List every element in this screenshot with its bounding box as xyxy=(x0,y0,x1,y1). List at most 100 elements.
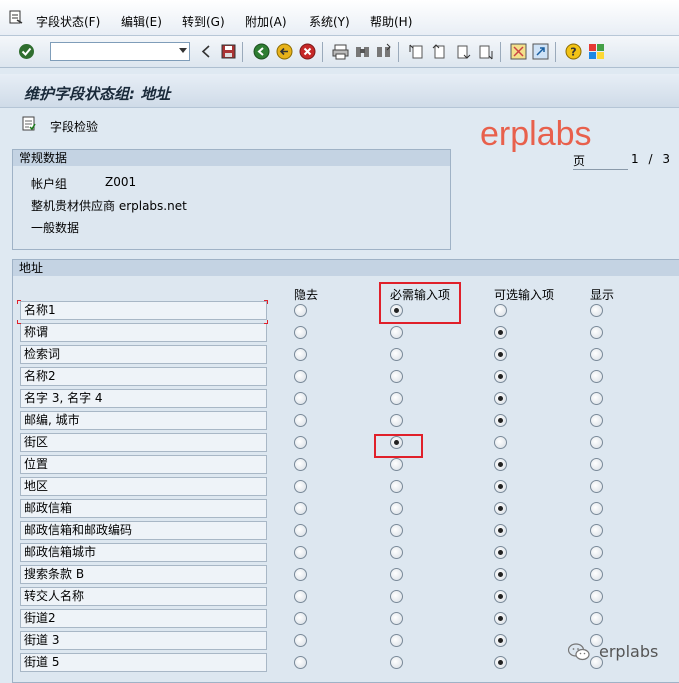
radio-optional[interactable] xyxy=(494,546,507,559)
radio-suppress[interactable] xyxy=(294,568,307,581)
radio-display[interactable] xyxy=(590,546,603,559)
radio-suppress[interactable] xyxy=(294,524,307,537)
radio-suppress[interactable] xyxy=(294,326,307,339)
radio-suppress[interactable] xyxy=(294,546,307,559)
general-data-label: 一般数据 xyxy=(31,221,80,235)
radio-suppress[interactable] xyxy=(294,502,307,515)
radio-display[interactable] xyxy=(590,304,603,317)
menu-extras[interactable]: 附加(A) xyxy=(245,13,287,30)
find-icon[interactable] xyxy=(354,43,371,60)
radio-display[interactable] xyxy=(590,370,603,383)
radio-suppress[interactable] xyxy=(294,656,307,669)
menu-field-status[interactable]: 字段状态(F) xyxy=(36,13,100,30)
column-optional: 可选输入项 xyxy=(494,288,555,302)
radio-optional[interactable] xyxy=(494,326,507,339)
system-menu-icon[interactable] xyxy=(8,9,24,25)
radio-required[interactable] xyxy=(390,590,403,603)
radio-optional[interactable] xyxy=(494,436,507,449)
radio-required[interactable] xyxy=(390,656,403,669)
radio-display[interactable] xyxy=(590,480,603,493)
radio-optional[interactable] xyxy=(494,414,507,427)
menu-goto[interactable]: 转到(G) xyxy=(182,13,225,30)
radio-optional[interactable] xyxy=(494,656,507,669)
radio-required[interactable] xyxy=(390,392,403,405)
radio-optional[interactable] xyxy=(494,612,507,625)
menu-edit[interactable]: 编辑(E) xyxy=(121,13,162,30)
radio-display[interactable] xyxy=(590,414,603,427)
radio-suppress[interactable] xyxy=(294,634,307,647)
radio-display[interactable] xyxy=(590,568,603,581)
radio-suppress[interactable] xyxy=(294,436,307,449)
radio-suppress[interactable] xyxy=(294,304,307,317)
cancel-icon[interactable] xyxy=(299,43,316,60)
menu-help[interactable]: 帮助(H) xyxy=(370,13,412,30)
radio-suppress[interactable] xyxy=(294,370,307,383)
first-page-icon[interactable] xyxy=(408,43,425,60)
previous-page-icon[interactable] xyxy=(431,43,448,60)
radio-required[interactable] xyxy=(390,568,403,581)
radio-suppress[interactable] xyxy=(294,590,307,603)
radio-required[interactable] xyxy=(390,436,403,449)
field-check-button[interactable]: 字段检验 xyxy=(50,118,98,135)
radio-optional[interactable] xyxy=(494,524,507,537)
radio-suppress[interactable] xyxy=(294,612,307,625)
radio-required[interactable] xyxy=(390,304,403,317)
radio-suppress[interactable] xyxy=(294,348,307,361)
next-page-icon[interactable] xyxy=(454,43,471,60)
radio-required[interactable] xyxy=(390,458,403,471)
radio-required[interactable] xyxy=(390,524,403,537)
radio-required[interactable] xyxy=(390,612,403,625)
new-session-icon[interactable] xyxy=(510,43,527,60)
last-page-icon[interactable] xyxy=(477,43,494,60)
column-suppress: 隐去 xyxy=(294,288,319,302)
field-label: 邮政信箱和邮政编码 xyxy=(20,521,267,540)
back-arrow-icon[interactable] xyxy=(198,43,215,60)
radio-required[interactable] xyxy=(390,326,403,339)
radio-optional[interactable] xyxy=(494,458,507,471)
radio-required[interactable] xyxy=(390,370,403,383)
radio-required[interactable] xyxy=(390,546,403,559)
focus-corner xyxy=(17,320,21,324)
find-next-icon[interactable] xyxy=(375,43,392,60)
print-icon[interactable] xyxy=(332,43,349,60)
save-icon[interactable] xyxy=(220,43,237,60)
back-green-icon[interactable] xyxy=(253,43,270,60)
radio-suppress[interactable] xyxy=(294,480,307,493)
help-icon[interactable]: ? xyxy=(565,43,582,60)
radio-optional[interactable] xyxy=(494,502,507,515)
radio-optional[interactable] xyxy=(494,590,507,603)
wechat-watermark: erplabs xyxy=(599,642,659,661)
radio-display[interactable] xyxy=(590,458,603,471)
radio-required[interactable] xyxy=(390,414,403,427)
exit-icon[interactable] xyxy=(276,43,293,60)
radio-display[interactable] xyxy=(590,524,603,537)
radio-required[interactable] xyxy=(390,634,403,647)
radio-display[interactable] xyxy=(590,612,603,625)
radio-display[interactable] xyxy=(590,436,603,449)
menu-system[interactable]: 系统(Y) xyxy=(309,13,350,30)
chevron-down-icon[interactable] xyxy=(179,48,187,53)
radio-optional[interactable] xyxy=(494,634,507,647)
radio-required[interactable] xyxy=(390,480,403,493)
radio-suppress[interactable] xyxy=(294,392,307,405)
field-check-icon[interactable] xyxy=(22,116,36,131)
create-shortcut-icon[interactable] xyxy=(532,43,549,60)
radio-optional[interactable] xyxy=(494,370,507,383)
check-icon[interactable] xyxy=(18,43,35,60)
radio-optional[interactable] xyxy=(494,480,507,493)
radio-optional[interactable] xyxy=(494,348,507,361)
radio-required[interactable] xyxy=(390,502,403,515)
radio-suppress[interactable] xyxy=(294,414,307,427)
radio-display[interactable] xyxy=(590,590,603,603)
radio-display[interactable] xyxy=(590,392,603,405)
radio-optional[interactable] xyxy=(494,304,507,317)
command-field[interactable] xyxy=(50,42,190,61)
customize-layout-icon[interactable] xyxy=(588,43,605,60)
radio-required[interactable] xyxy=(390,348,403,361)
radio-display[interactable] xyxy=(590,326,603,339)
radio-display[interactable] xyxy=(590,502,603,515)
radio-suppress[interactable] xyxy=(294,458,307,471)
radio-display[interactable] xyxy=(590,348,603,361)
radio-optional[interactable] xyxy=(494,392,507,405)
radio-optional[interactable] xyxy=(494,568,507,581)
